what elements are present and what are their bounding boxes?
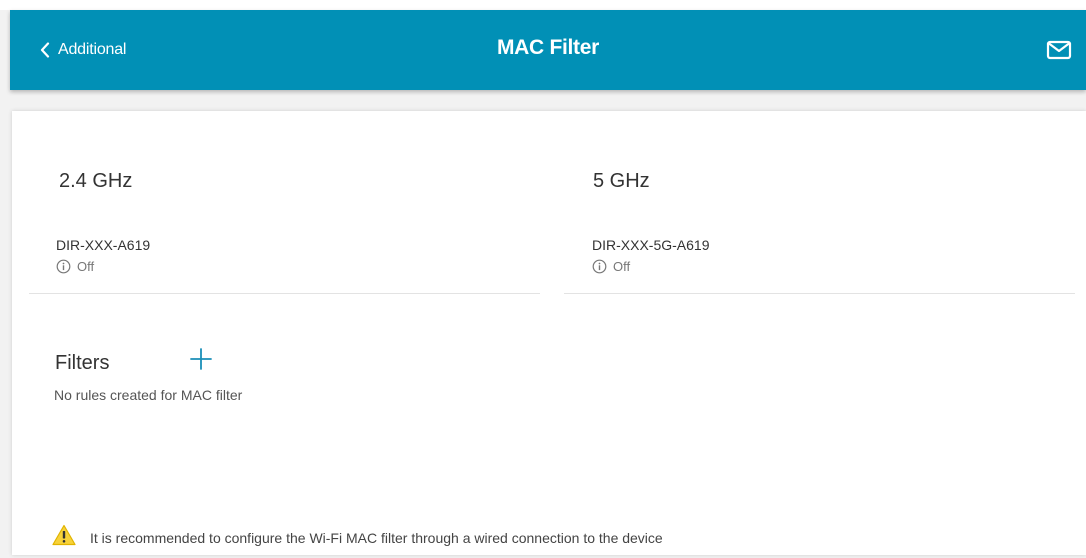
filters-empty-text: No rules created for MAC filter [54,387,243,403]
window-top-border [0,0,1086,10]
band-status-text: Off [613,259,631,274]
filters-title: Filters [55,352,110,374]
band-status: Off [56,259,94,274]
warning-text: It is recommended to configure the Wi-Fi… [90,529,663,546]
page-title: MAC Filter [496,36,599,59]
content-card: 2.4 GHz DIR-XXX-A619 Off 5 GHz DIR-XXX-5… [12,111,1086,555]
divider [564,293,1075,294]
plus-icon[interactable] [189,347,213,376]
info-icon [592,259,607,274]
divider [29,293,540,294]
band-ssid: DIR-XXX-A619 [56,237,151,253]
info-icon [56,259,71,274]
band-title: 5 GHz [593,170,650,192]
warning-message: It is recommended to configure the Wi-Fi… [52,524,663,551]
band-status-text: Off [77,259,95,274]
page-header: Additional MAC Filter [10,10,1086,90]
band-status: Off [592,259,630,274]
mail-icon[interactable] [1046,40,1072,65]
band-ssid: DIR-XXX-5G-A619 [592,237,710,253]
warning-icon [52,524,76,551]
band-title: 2.4 GHz [59,170,133,192]
